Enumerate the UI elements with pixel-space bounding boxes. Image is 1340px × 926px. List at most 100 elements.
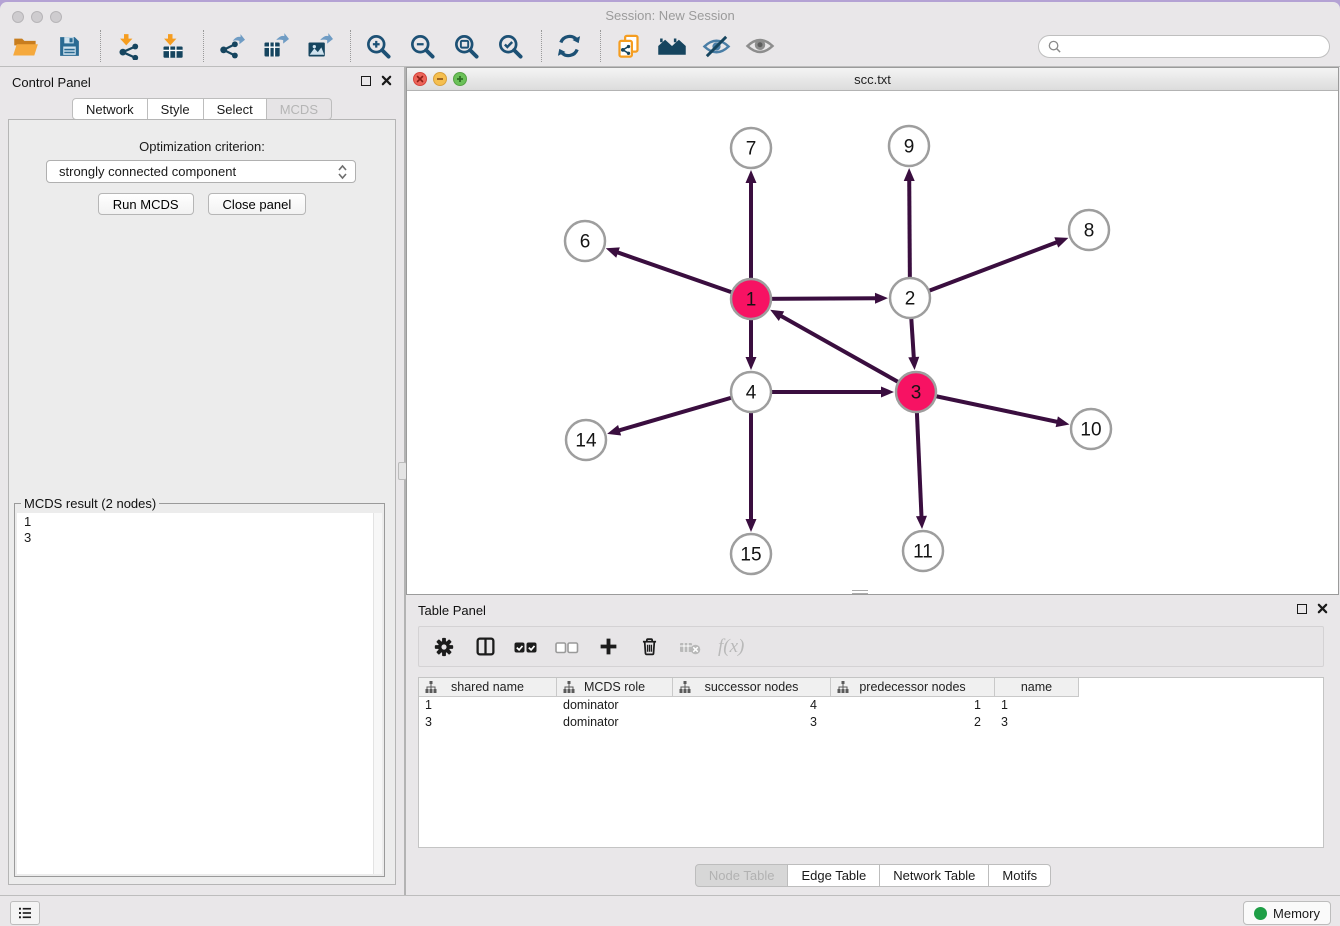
graph-node-label: 10 xyxy=(1080,420,1101,441)
add-row-icon[interactable] xyxy=(595,634,621,660)
network-graph[interactable]: 7968124314101511 xyxy=(407,91,1338,594)
column-header-label: successor nodes xyxy=(705,680,799,694)
export-network-icon[interactable] xyxy=(216,31,246,61)
column-type-icon xyxy=(563,681,575,696)
tab-select[interactable]: Select xyxy=(204,98,267,120)
table-cell[interactable]: 1 xyxy=(831,697,995,714)
control-panel-tabs: NetworkStyleSelectMCDS xyxy=(0,98,404,120)
zoom-fit-icon[interactable] xyxy=(451,31,481,61)
column-header-MCDS-role[interactable]: MCDS role xyxy=(557,678,673,697)
import-table-icon[interactable] xyxy=(157,31,187,61)
tab-edge-table[interactable]: Edge Table xyxy=(788,864,880,887)
column-header-label: name xyxy=(1021,680,1052,694)
zoom-selected-icon[interactable] xyxy=(495,31,525,61)
first-neighbors-icon[interactable] xyxy=(657,31,687,61)
table-cell[interactable]: 1 xyxy=(995,697,1079,714)
delete-row-icon[interactable] xyxy=(636,634,662,660)
float-table-panel-icon[interactable] xyxy=(1297,604,1307,614)
table-cell[interactable]: 3 xyxy=(995,714,1079,731)
table-options-gear-icon[interactable] xyxy=(431,634,457,660)
apply-function-icon: f(x) xyxy=(718,636,744,658)
show-column-icon[interactable] xyxy=(472,634,498,660)
node-table-body: 1dominator4113dominator323 xyxy=(419,697,1323,731)
column-type-icon xyxy=(425,681,437,696)
graph-node-label: 2 xyxy=(905,289,916,310)
refresh-icon[interactable] xyxy=(554,31,584,61)
toolbar-separator xyxy=(203,30,204,62)
float-panel-icon[interactable] xyxy=(361,76,371,86)
hide-selected-icon[interactable] xyxy=(701,31,731,61)
network-window-titlebar[interactable]: scc.txt xyxy=(407,68,1338,91)
graph-node-label: 9 xyxy=(904,137,915,158)
column-header-shared-name[interactable]: shared name xyxy=(419,678,557,697)
table-cell[interactable]: dominator xyxy=(557,714,673,731)
criterion-selected-value: strongly connected component xyxy=(59,164,336,179)
select-stepper-icon xyxy=(336,164,349,180)
column-header-name[interactable]: name xyxy=(995,678,1079,697)
node-table-header: shared name MCDS role successor nodes prede… xyxy=(419,678,1323,697)
table-cell[interactable]: dominator xyxy=(557,697,673,714)
edge-arrowhead xyxy=(607,425,621,436)
tab-motifs[interactable]: Motifs xyxy=(989,864,1051,887)
edge-arrowhead xyxy=(1054,237,1068,247)
table-panel: Table Panel xyxy=(406,595,1340,895)
run-mcds-button[interactable]: Run MCDS xyxy=(98,193,194,215)
graph-node-label: 1 xyxy=(746,290,757,311)
edge-arrowhead xyxy=(908,357,919,370)
table-row[interactable]: 1dominator411 xyxy=(419,697,1323,714)
clone-network-icon[interactable] xyxy=(613,31,643,61)
close-panel-icon[interactable] xyxy=(381,75,392,86)
open-file-icon[interactable] xyxy=(10,31,40,61)
tab-network-table[interactable]: Network Table xyxy=(880,864,989,887)
optimization-criterion-label: Optimization criterion: xyxy=(9,139,395,154)
tab-style[interactable]: Style xyxy=(148,98,204,120)
graph-node-label: 3 xyxy=(911,383,922,404)
network-view-window: scc.txt 7968124314101511 xyxy=(406,67,1339,595)
export-image-icon[interactable] xyxy=(304,31,334,61)
search-icon xyxy=(1047,39,1062,54)
import-network-icon[interactable] xyxy=(113,31,143,61)
close-panel-button[interactable]: Close panel xyxy=(208,193,307,215)
column-header-predecessor-nodes[interactable]: predecessor nodes xyxy=(831,678,995,697)
memory-button[interactable]: Memory xyxy=(1243,901,1331,925)
table-cell[interactable]: 3 xyxy=(419,714,557,731)
zoom-in-icon[interactable] xyxy=(363,31,393,61)
table-cell[interactable]: 4 xyxy=(673,697,831,714)
tab-node-table[interactable]: Node Table xyxy=(695,864,789,887)
optimization-criterion-select[interactable]: strongly connected component xyxy=(46,160,356,183)
close-table-panel-icon[interactable] xyxy=(1317,603,1328,614)
table-cell[interactable]: 3 xyxy=(673,714,831,731)
edge-arrowhead xyxy=(746,519,757,532)
save-session-icon[interactable] xyxy=(54,31,84,61)
app-background: Session: New Session xyxy=(0,2,1340,926)
table-row[interactable]: 3dominator323 xyxy=(419,714,1323,731)
deselect-all-icon[interactable] xyxy=(554,634,580,660)
search-input[interactable] xyxy=(1062,39,1321,54)
result-scrollbar[interactable] xyxy=(373,513,382,874)
edge-arrowhead xyxy=(746,170,757,183)
export-table-icon[interactable] xyxy=(260,31,290,61)
network-table-divider-grip[interactable] xyxy=(852,590,868,594)
column-header-label: shared name xyxy=(451,680,524,694)
column-header-successor-nodes[interactable]: successor nodes xyxy=(673,678,831,697)
mcds-result-line: 3 xyxy=(24,530,366,546)
table-tabs: Node TableEdge TableNetwork TableMotifs xyxy=(406,864,1340,887)
mcds-result-title: MCDS result (2 nodes) xyxy=(21,496,159,511)
tab-mcds[interactable]: MCDS xyxy=(267,98,332,120)
task-history-button[interactable] xyxy=(10,901,40,925)
tab-network[interactable]: Network xyxy=(72,98,148,120)
zoom-out-icon[interactable] xyxy=(407,31,437,61)
edge-2-8[interactable] xyxy=(910,241,1059,298)
table-cell[interactable]: 1 xyxy=(419,697,557,714)
show-all-icon[interactable] xyxy=(745,31,775,61)
table-cell[interactable]: 2 xyxy=(831,714,995,731)
select-all-icon[interactable] xyxy=(513,634,539,660)
search-box[interactable] xyxy=(1038,35,1330,58)
edge-3-1[interactable] xyxy=(779,315,916,392)
edge-3-10[interactable] xyxy=(916,392,1060,422)
graph-node-label: 15 xyxy=(740,545,761,566)
mcds-result-list[interactable]: 13 xyxy=(17,513,373,874)
edge-1-6[interactable] xyxy=(615,252,751,299)
toolbar-separator xyxy=(100,30,101,62)
memory-button-label: Memory xyxy=(1273,906,1320,921)
